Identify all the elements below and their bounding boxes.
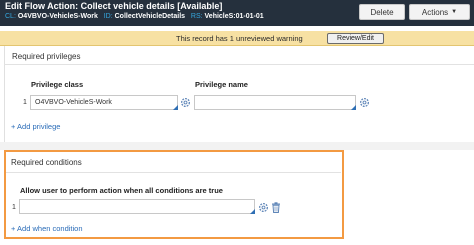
add-privilege-link[interactable]: + Add privilege xyxy=(11,122,60,131)
delete-button[interactable]: Delete xyxy=(359,4,405,20)
autocomplete-corner-icon xyxy=(351,105,356,110)
record-title: Flow Action: Collect vehicle details [Av… xyxy=(24,1,223,11)
condition-row-number: 1 xyxy=(12,204,16,211)
chevron-down-icon: ▼ xyxy=(451,9,458,15)
required-privileges-section: Required privileges xyxy=(4,46,474,142)
section-gap xyxy=(0,142,474,150)
privilege-class-input[interactable]: O4VBVO-VehicleS-Work xyxy=(30,95,178,110)
id-key: ID: xyxy=(103,13,113,20)
actions-button[interactable]: Actions ▼ xyxy=(409,4,470,20)
mode-label: Edit xyxy=(5,1,22,11)
privilege-name-input[interactable] xyxy=(194,95,356,110)
divider xyxy=(6,172,341,173)
page-title: Edit Flow Action: Collect vehicle detail… xyxy=(5,1,222,11)
warning-banner: This record has 1 unreviewed warning Rev… xyxy=(0,31,474,46)
gear-icon[interactable] xyxy=(359,97,370,108)
ruleset-key: RS: xyxy=(190,13,203,20)
privilege-name-header: Privilege name xyxy=(195,80,248,89)
record-meta: CL: O4VBVO-VehicleS-Work ID: CollectVehi… xyxy=(5,13,264,20)
privilege-row-number: 1 xyxy=(23,99,27,106)
delete-label: Delete xyxy=(370,7,394,17)
privileges-title: Required privileges xyxy=(12,52,81,61)
privilege-class-header: Privilege class xyxy=(31,80,84,89)
id-value: CollectVehicleDetails xyxy=(114,13,186,20)
review-edit-label: Review/Edit xyxy=(337,35,374,42)
condition-input[interactable] xyxy=(19,199,255,214)
divider xyxy=(4,64,474,65)
actions-label: Actions xyxy=(421,7,449,17)
gear-icon[interactable] xyxy=(258,202,269,213)
gear-icon[interactable] xyxy=(180,97,191,108)
flow-action-form: Edit Flow Action: Collect vehicle detail… xyxy=(0,0,474,245)
autocomplete-corner-icon xyxy=(250,209,255,214)
conditions-title: Required conditions xyxy=(11,158,82,167)
header-bar: Edit Flow Action: Collect vehicle detail… xyxy=(0,0,474,26)
review-edit-button[interactable]: Review/Edit xyxy=(327,33,384,44)
add-when-condition-link[interactable]: + Add when condition xyxy=(11,224,83,233)
class-key: CL: xyxy=(5,13,16,20)
autocomplete-corner-icon xyxy=(173,105,178,110)
warning-text: This record has 1 unreviewed warning xyxy=(176,34,303,43)
class-value: O4VBVO-VehicleS-Work xyxy=(17,13,98,20)
conditions-header: Allow user to perform action when all co… xyxy=(20,186,223,195)
trash-icon[interactable] xyxy=(271,202,281,213)
ruleset-value: VehicleS:01-01-01 xyxy=(204,13,264,20)
